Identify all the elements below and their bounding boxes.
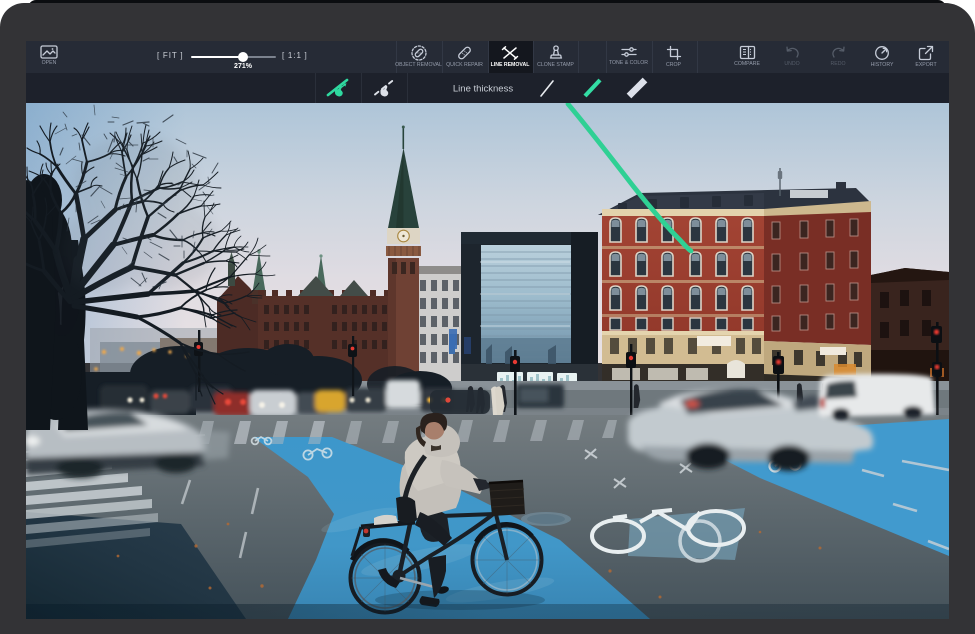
svg-text:Line thickness: Line thickness — [453, 84, 513, 95]
